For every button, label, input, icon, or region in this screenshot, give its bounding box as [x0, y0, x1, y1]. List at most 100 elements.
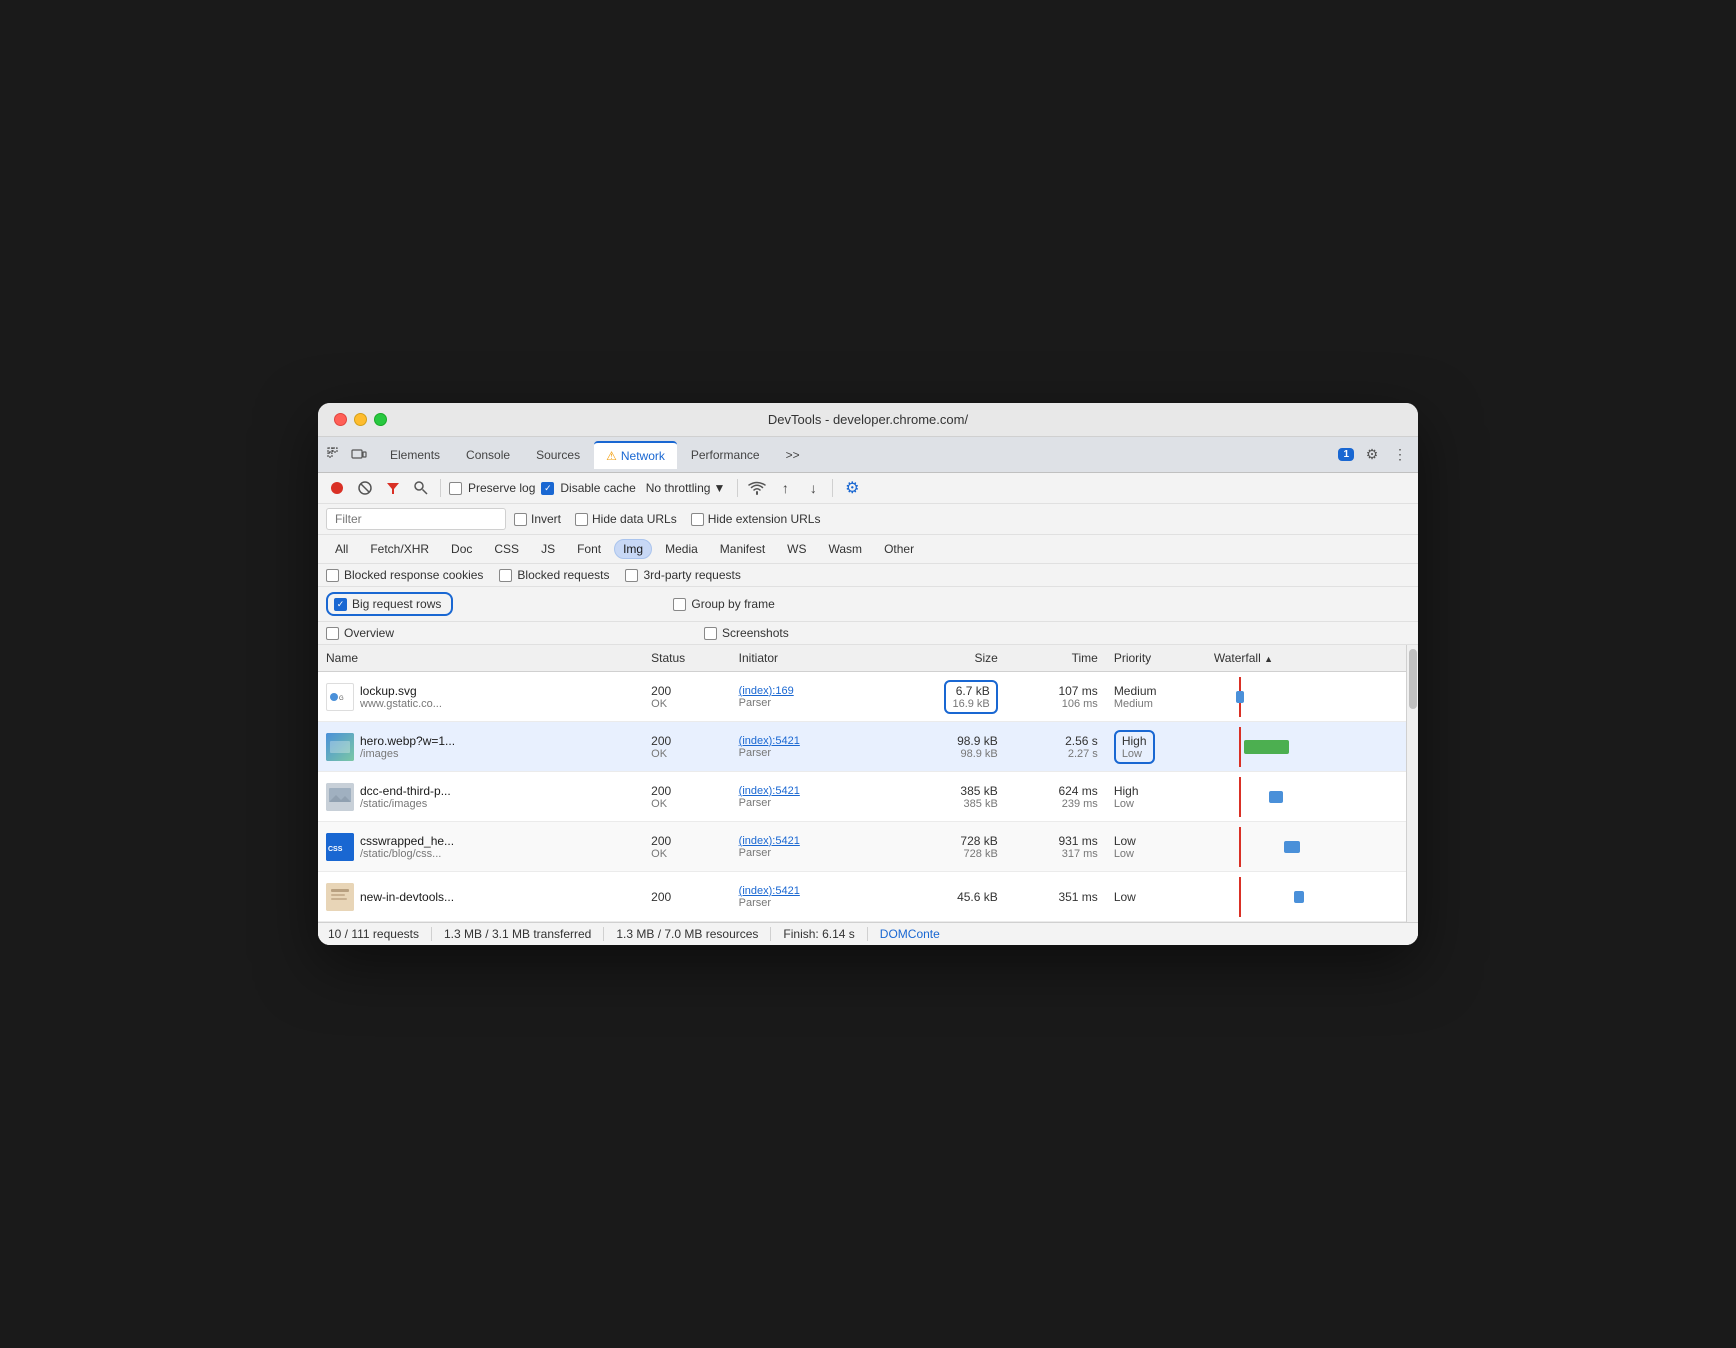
traffic-lights: [334, 413, 387, 426]
network-table-scroll[interactable]: Name Status Initiator Size Time Priority…: [318, 645, 1406, 922]
throttling-select[interactable]: No throttling ▼: [642, 479, 730, 497]
notification-badge[interactable]: 1: [1338, 448, 1354, 461]
initiator-cell: (index):169 Parser: [731, 672, 881, 722]
overview-option[interactable]: Overview: [326, 626, 394, 640]
type-btn-css[interactable]: CSS: [485, 539, 528, 559]
group-by-frame-option[interactable]: Group by frame: [673, 597, 774, 611]
hide-extension-urls-checkbox[interactable]: [691, 513, 704, 526]
blocked-requests-checkbox[interactable]: [499, 569, 512, 582]
record-button[interactable]: [326, 477, 348, 499]
col-time[interactable]: Time: [1006, 645, 1106, 672]
group-by-frame-checkbox[interactable]: [673, 598, 686, 611]
clear-button[interactable]: [354, 477, 376, 499]
status-cell: 200 OK: [643, 672, 731, 722]
initiator-link[interactable]: (index):5421: [739, 835, 873, 847]
blocked-cookies-option[interactable]: Blocked response cookies: [326, 568, 483, 582]
size-cell: 6.7 kB 16.9 kB: [881, 672, 1006, 722]
col-initiator[interactable]: Initiator: [731, 645, 881, 672]
file-domain: /static/images: [360, 798, 451, 810]
tab-elements[interactable]: Elements: [378, 442, 452, 468]
priority-cell: High Low: [1106, 772, 1206, 822]
type-btn-img[interactable]: Img: [614, 539, 652, 559]
cursor-icon[interactable]: [326, 446, 344, 464]
maximize-button[interactable]: [374, 413, 387, 426]
big-request-rows-checkbox[interactable]: ✓: [334, 598, 347, 611]
col-size[interactable]: Size: [881, 645, 1006, 672]
network-settings-icon[interactable]: ⚙: [841, 477, 863, 499]
minimize-button[interactable]: [354, 413, 367, 426]
type-btn-fetchxhr[interactable]: Fetch/XHR: [361, 539, 438, 559]
initiator-link[interactable]: (index):5421: [739, 885, 873, 897]
tab-more[interactable]: >>: [774, 442, 812, 468]
file-name-cell: hero.webp?w=1... /images: [318, 722, 643, 772]
network-table-wrapper: Name Status Initiator Size Time Priority…: [318, 645, 1418, 922]
invert-checkbox-label[interactable]: Invert: [514, 512, 561, 526]
disable-cache-label: Disable cache: [560, 481, 635, 495]
screenshots-checkbox[interactable]: [704, 627, 717, 640]
wifi-icon[interactable]: [746, 477, 768, 499]
type-btn-wasm[interactable]: Wasm: [820, 539, 872, 559]
file-name: new-in-devtools...: [360, 890, 454, 904]
type-btn-ws[interactable]: WS: [778, 539, 815, 559]
invert-checkbox[interactable]: [514, 513, 527, 526]
chevron-down-icon: ▼: [713, 481, 725, 495]
tab-console[interactable]: Console: [454, 442, 522, 468]
hide-data-urls-label[interactable]: Hide data URLs: [575, 512, 677, 526]
scroll-thumb[interactable]: [1409, 649, 1417, 709]
type-btn-js[interactable]: JS: [532, 539, 564, 559]
tab-performance[interactable]: Performance: [679, 442, 772, 468]
title-bar: DevTools - developer.chrome.com/: [318, 403, 1418, 437]
status-cell: 200 OK: [643, 722, 731, 772]
more-options-icon[interactable]: ⋮: [1390, 445, 1410, 465]
blocked-requests-option[interactable]: Blocked requests: [499, 568, 609, 582]
tab-bar-icons: [326, 446, 368, 464]
waterfall-bar: [1244, 740, 1289, 754]
big-request-rows-option[interactable]: ✓ Big request rows: [326, 592, 453, 616]
third-party-option[interactable]: 3rd-party requests: [625, 568, 740, 582]
col-name[interactable]: Name: [318, 645, 643, 672]
close-button[interactable]: [334, 413, 347, 426]
hide-data-urls-checkbox[interactable]: [575, 513, 588, 526]
size-highlight-box: 6.7 kB 16.9 kB: [944, 680, 997, 714]
download-icon[interactable]: ↓: [802, 477, 824, 499]
screenshots-option[interactable]: Screenshots: [704, 626, 789, 640]
col-priority[interactable]: Priority: [1106, 645, 1206, 672]
settings-icon[interactable]: ⚙: [1362, 445, 1382, 465]
type-filter-bar: All Fetch/XHR Doc CSS JS Font Img Media …: [318, 535, 1418, 564]
responsive-icon[interactable]: [350, 446, 368, 464]
waterfall-red-line: [1239, 727, 1241, 767]
table-row[interactable]: new-in-devtools... 200 (index):542: [318, 872, 1406, 922]
initiator-link[interactable]: (index):5421: [739, 785, 873, 797]
file-thumbnail: CSS: [326, 833, 354, 861]
table-row[interactable]: CSS csswrapped_he... /static/blog/css...: [318, 822, 1406, 872]
initiator-link[interactable]: (index):169: [739, 685, 873, 697]
col-waterfall[interactable]: Waterfall ▲: [1206, 645, 1406, 672]
overview-checkbox[interactable]: [326, 627, 339, 640]
type-btn-all[interactable]: All: [326, 539, 357, 559]
type-btn-doc[interactable]: Doc: [442, 539, 481, 559]
filter-button[interactable]: [382, 477, 404, 499]
waterfall-red-line: [1239, 777, 1241, 817]
upload-icon[interactable]: ↑: [774, 477, 796, 499]
search-button[interactable]: [410, 477, 432, 499]
third-party-checkbox[interactable]: [625, 569, 638, 582]
preserve-log-checkbox[interactable]: [449, 482, 462, 495]
type-btn-manifest[interactable]: Manifest: [711, 539, 774, 559]
table-row[interactable]: dcc-end-third-p... /static/images 200 OK: [318, 772, 1406, 822]
initiator-link[interactable]: (index):5421: [739, 735, 873, 747]
tab-network[interactable]: ⚠ Network: [594, 441, 677, 469]
scrollbar[interactable]: [1406, 645, 1418, 922]
type-btn-font[interactable]: Font: [568, 539, 610, 559]
blocked-cookies-checkbox[interactable]: [326, 569, 339, 582]
type-btn-media[interactable]: Media: [656, 539, 707, 559]
disable-cache-checkbox[interactable]: ✓: [541, 482, 554, 495]
status-cell: 200: [643, 872, 731, 922]
hide-extension-urls-label[interactable]: Hide extension URLs: [691, 512, 821, 526]
filter-input[interactable]: [326, 508, 506, 530]
type-btn-other[interactable]: Other: [875, 539, 923, 559]
tab-sources[interactable]: Sources: [524, 442, 592, 468]
table-row[interactable]: G lockup.svg www.gstatic.co... 200: [318, 672, 1406, 722]
domcontent-label: DOMConte: [868, 927, 952, 941]
col-status[interactable]: Status: [643, 645, 731, 672]
table-row[interactable]: hero.webp?w=1... /images 200 OK (ind: [318, 722, 1406, 772]
